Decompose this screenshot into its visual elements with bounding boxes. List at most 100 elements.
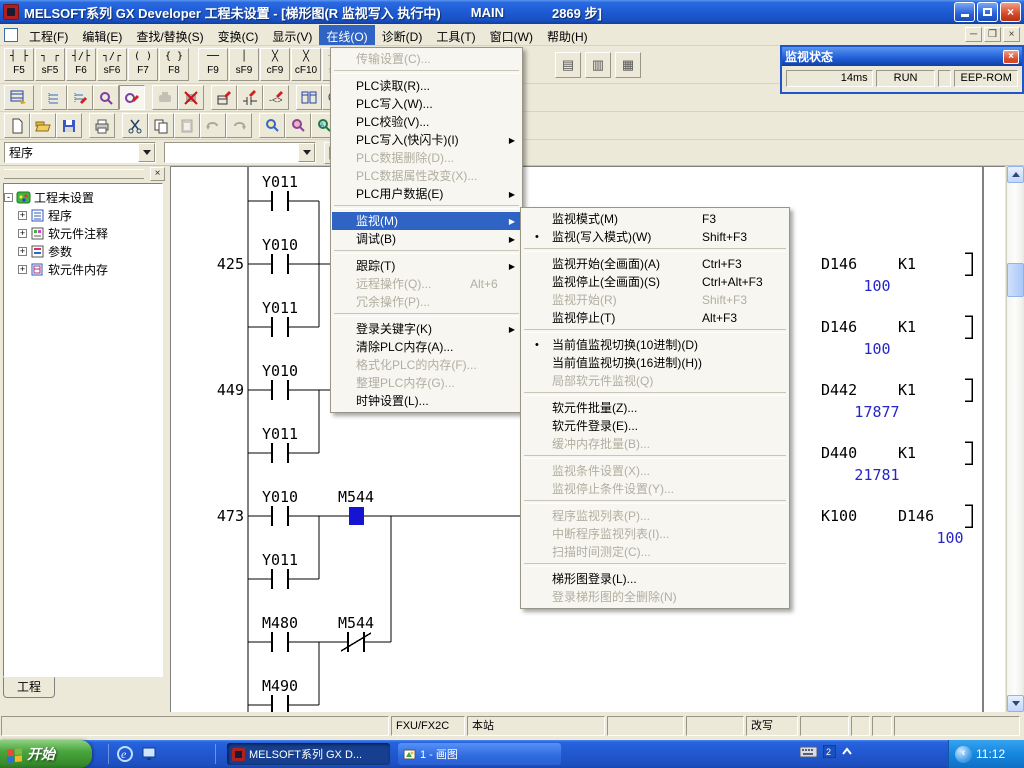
new-project-button[interactable] (4, 113, 30, 138)
menubar-item[interactable]: 编辑(E) (75, 25, 129, 45)
menu-item[interactable] (524, 329, 786, 333)
device-entry-combo[interactable] (164, 142, 316, 163)
line-edit-tool-button[interactable]: ▤ (555, 52, 581, 78)
ladder-symbol-button[interactable]: │ sF9 (229, 48, 259, 81)
menu-item[interactable]: 梯形图登录(L)... (522, 570, 788, 588)
task-paint[interactable]: 1 - 画图 (398, 743, 561, 765)
menu-item[interactable]: 时钟设置(L)... (332, 392, 521, 410)
menu-item[interactable]: 监视模式(M) F3 (522, 210, 788, 228)
undo-button[interactable] (200, 113, 226, 138)
find-device-button[interactable] (285, 113, 311, 138)
menu-item[interactable]: 跟踪(T) ▶ (332, 257, 521, 275)
ladder-logic-test-button[interactable] (4, 85, 34, 110)
ladder-symbol-button[interactable]: ╳ cF10 (291, 48, 321, 81)
menu-item[interactable]: PLC写入(快闪卡)(I) ▶ (332, 131, 521, 149)
status-tray-icon[interactable]: 2 (823, 745, 836, 758)
menubar-item[interactable]: 查找/替换(S) (129, 25, 210, 45)
monitor-close-icon[interactable]: × (1003, 50, 1019, 64)
menu-item[interactable]: 监视条件设置(X)... (522, 462, 788, 480)
menu-item[interactable]: 调试(B) ▶ (332, 230, 521, 248)
menubar-item[interactable]: 窗口(W) (483, 25, 540, 45)
close-button[interactable]: × (1000, 2, 1021, 22)
copy-button[interactable] (148, 113, 174, 138)
menu-item[interactable]: • 当前值监视切换(10进制)(D) (522, 336, 788, 354)
menu-item[interactable]: 当前值监视切换(16进制)(H)) (522, 354, 788, 372)
menubar-item[interactable]: 工具(T) (429, 25, 482, 45)
collapse-icon[interactable]: - (4, 193, 13, 202)
menu-item[interactable]: 登录关键字(K) ▶ (332, 320, 521, 338)
tile-windows-button[interactable] (296, 85, 322, 110)
start-button[interactable]: 开始 (0, 740, 92, 768)
line-edit-tool-button[interactable]: ▥ (585, 52, 611, 78)
menu-item[interactable]: 缓冲内存批量(B)... (522, 435, 788, 453)
tree-root[interactable]: - 工程未设置 (4, 188, 162, 206)
menu-item[interactable]: 格式化PLC的内存(F)... (332, 356, 521, 374)
device-test-button[interactable]: -<> (263, 85, 289, 110)
menu-item[interactable] (524, 500, 786, 504)
combo-dropdown-icon[interactable] (298, 143, 315, 162)
menu-item[interactable]: 监视开始(全画面)(A) Ctrl+F3 (522, 255, 788, 273)
menu-item[interactable]: PLC用户数据(E) ▶ (332, 185, 521, 203)
entry-data-monitor-button[interactable] (237, 85, 263, 110)
menu-item[interactable]: 中断程序监视列表(I)... (522, 525, 788, 543)
device-batch-monitor-button[interactable] (211, 85, 237, 110)
menu-item[interactable]: 整理PLC内存(G)... (332, 374, 521, 392)
line-edit-tool-button[interactable]: ▦ (615, 52, 641, 78)
ladder-symbol-button[interactable]: ╳ cF9 (260, 48, 290, 81)
combo-dropdown-icon[interactable] (138, 143, 155, 162)
menu-item[interactable]: PLC写入(W)... (332, 95, 521, 113)
menu-item[interactable]: 软元件登录(E)... (522, 417, 788, 435)
child-minimize-button[interactable]: ─ (965, 27, 982, 42)
menu-item[interactable]: 传输设置(C)... (332, 50, 521, 68)
expand-icon[interactable]: + (18, 265, 27, 274)
minimize-button[interactable] (954, 2, 975, 22)
menu-item[interactable] (524, 563, 786, 567)
tree-item-device-comment[interactable]: + 软元件注释 (4, 224, 162, 242)
hide-icons-chevron-icon[interactable] (842, 747, 852, 757)
tree-item-program[interactable]: + 程序 (4, 206, 162, 224)
menu-item[interactable]: 清除PLC内存(A)... (332, 338, 521, 356)
menu-item[interactable]: PLC读取(R)... (332, 77, 521, 95)
menu-item[interactable] (524, 248, 786, 252)
menu-item[interactable]: 监视停止(T) Alt+F3 (522, 309, 788, 327)
menu-item[interactable] (334, 70, 519, 74)
menu-item[interactable]: PLC数据删除(D)... (332, 149, 521, 167)
menu-item[interactable] (334, 205, 519, 209)
menubar-item[interactable]: 工程(F) (22, 25, 75, 45)
ladder-symbol-button[interactable]: { } F8 (159, 48, 189, 81)
vertical-scrollbar[interactable] (1006, 166, 1023, 712)
task-gx-developer[interactable]: MELSOFT系列 GX D... (227, 743, 390, 765)
menu-item[interactable] (524, 392, 786, 396)
redo-button[interactable] (226, 113, 252, 138)
scroll-up-button[interactable] (1007, 166, 1024, 183)
find-button[interactable] (259, 113, 285, 138)
save-project-button[interactable] (56, 113, 82, 138)
open-project-button[interactable] (30, 113, 56, 138)
panel-grip[interactable] (4, 169, 144, 179)
offline-mode-button[interactable] (152, 85, 178, 110)
menu-item[interactable]: 监视开始(R) Shift+F3 (522, 291, 788, 309)
tree-item-parameter[interactable]: + 参数 (4, 242, 162, 260)
menu-item[interactable]: PLC数据属性改变(X)... (332, 167, 521, 185)
keyboard-tray-icon[interactable] (800, 746, 817, 758)
menu-item[interactable]: • 监视(写入模式)(W) Shift+F3 (522, 228, 788, 246)
menu-item[interactable]: 扫描时间测定(C)... (522, 543, 788, 561)
ladder-symbol-button[interactable]: ┤ ├ F5 (4, 48, 34, 81)
menubar-item[interactable]: 变换(C) (211, 25, 266, 45)
ladder-symbol-button[interactable]: ( ) F7 (128, 48, 158, 81)
menu-item[interactable]: 程序监视列表(P)... (522, 507, 788, 525)
scroll-thumb[interactable] (1007, 263, 1024, 297)
menu-item[interactable]: 局部软元件监视(Q) (522, 372, 788, 390)
cut-button[interactable] (122, 113, 148, 138)
quicklaunch-desktop-icon[interactable] (140, 744, 160, 764)
ladder-symbol-button[interactable]: ┤/├ F6 (66, 48, 96, 81)
menu-item[interactable]: 监视停止条件设置(Y)... (522, 480, 788, 498)
ladder-symbol-button[interactable]: ┐ ┌ sF5 (35, 48, 65, 81)
print-button[interactable] (89, 113, 115, 138)
monitor-write-mode-button[interactable] (119, 85, 145, 110)
quicklaunch-ie-icon[interactable]: e (115, 744, 135, 764)
child-restore-button[interactable]: ❒ (984, 27, 1001, 42)
project-data-list-button[interactable] (41, 85, 67, 110)
menu-item[interactable] (334, 313, 519, 317)
tree-item-device-memory[interactable]: + 软元件内存 (4, 260, 162, 278)
